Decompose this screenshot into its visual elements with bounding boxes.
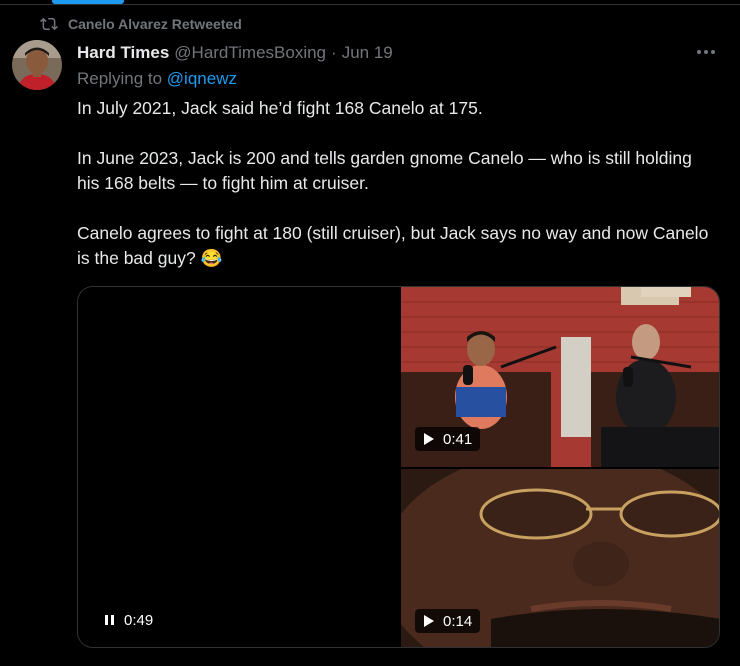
tweet-paragraph: In June 2023, Jack is 200 and tells gard… [77,148,692,193]
more-options-icon[interactable] [694,42,718,62]
tweet-header: Hard Times @HardTimesBoxing · Jun 19 [77,41,393,65]
tweet-paragraph: In July 2021, Jack said he’d fight 168 C… [77,98,483,118]
top-divider [0,4,740,5]
retweet-context[interactable]: Canelo Alvarez Retweeted [40,14,242,34]
retweet-icon [40,17,58,31]
play-icon[interactable] [423,615,435,627]
video-duration-badge[interactable]: 0:14 [415,609,481,633]
video-duration: 0:41 [443,430,473,448]
tweet-date[interactable]: Jun 19 [342,43,393,63]
date-separator: · [331,43,337,62]
active-tab-indicator [52,0,124,4]
reply-prefix: Replying to [77,69,163,88]
retweet-label: Canelo Alvarez Retweeted [68,16,242,32]
play-icon[interactable] [423,433,435,445]
author-name[interactable]: Hard Times [77,43,169,63]
tweet-paragraph: Canelo agrees to fight at 180 (still cru… [77,223,709,268]
video-duration-badge[interactable]: 0:49 [96,608,161,632]
author-avatar[interactable] [12,40,62,90]
tweet-text: In July 2021, Jack said he’d fight 168 C… [77,96,717,296]
media-grid: 0:49 0:41 0:14 [77,286,720,648]
video-duration: 0:49 [124,611,154,629]
video-duration-badge[interactable]: 0:41 [415,427,481,451]
pause-icon[interactable] [104,614,116,626]
reply-mention-link[interactable]: @iqnewz [167,69,237,88]
author-handle[interactable]: @HardTimesBoxing [174,43,326,63]
reply-context: Replying to @iqnewz [77,69,237,89]
video-duration: 0:14 [443,612,473,630]
video-player-main[interactable] [78,287,399,647]
